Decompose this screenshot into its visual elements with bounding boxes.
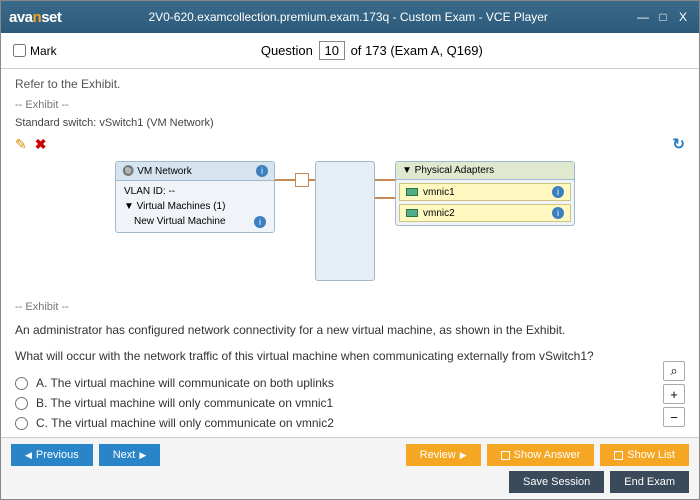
- question-number: Question 10 of 173 (Exam A, Q169): [57, 41, 687, 60]
- nic-row: vmnic2 i: [399, 204, 571, 222]
- zoom-in-button[interactable]: +: [663, 384, 685, 404]
- option-a-radio[interactable]: [15, 377, 28, 390]
- exhibit-toolbar: ✎ ✖ ↻: [15, 135, 685, 153]
- title-bar: avanset 2V0-620.examcollection.premium.e…: [1, 1, 699, 33]
- physical-adapters-title[interactable]: ▼ Physical Adapters: [402, 165, 494, 176]
- info-icon[interactable]: i: [254, 216, 266, 228]
- vm-item-row: New Virtual Machine i: [124, 214, 266, 229]
- question-text-2: What will occur with the network traffic…: [15, 347, 685, 365]
- previous-button[interactable]: ◀Previous: [11, 444, 93, 466]
- nic-label: vmnic2: [423, 208, 455, 219]
- nic-icon: [406, 188, 418, 196]
- end-exam-button[interactable]: End Exam: [610, 471, 689, 493]
- option-b-radio[interactable]: [15, 397, 28, 410]
- vm-item-label: New Virtual Machine: [134, 214, 226, 229]
- vm-network-title: VM Network: [137, 166, 191, 177]
- next-button[interactable]: Next▶: [99, 444, 161, 466]
- switch-title: Standard switch: vSwitch1 (VM Network): [15, 117, 685, 129]
- option-b[interactable]: B. The virtual machine will only communi…: [15, 393, 685, 413]
- physical-adapters-header: ▼ Physical Adapters: [396, 162, 574, 180]
- question-text-1: An administrator has configured network …: [15, 321, 685, 339]
- maximize-button[interactable]: □: [655, 10, 671, 24]
- vm-network-body: VLAN ID: -- ▼ Virtual Machines (1) New V…: [116, 181, 274, 232]
- close-button[interactable]: X: [675, 10, 691, 24]
- option-a[interactable]: A. The virtual machine will communicate …: [15, 373, 685, 393]
- refer-text: Refer to the Exhibit.: [15, 77, 685, 91]
- checkbox-icon: [501, 451, 510, 460]
- connector-line: [375, 197, 395, 199]
- window-title: 2V0-620.examcollection.premium.exam.173q…: [61, 10, 635, 24]
- info-icon[interactable]: i: [256, 165, 268, 177]
- option-c-radio[interactable]: [15, 417, 28, 430]
- question-header: Mark Question 10 of 173 (Exam A, Q169): [1, 33, 699, 69]
- zoom-reset-button[interactable]: ⌕: [663, 361, 685, 381]
- edit-icon[interactable]: ✎: [15, 136, 27, 153]
- delete-icon[interactable]: ✖: [35, 136, 47, 153]
- connector-node: [295, 173, 309, 187]
- nic-label: vmnic1: [423, 187, 455, 198]
- minimize-button[interactable]: —: [635, 10, 651, 24]
- show-answer-button[interactable]: Show Answer: [487, 444, 595, 466]
- checkbox-icon: [614, 451, 623, 460]
- review-button[interactable]: Review▶: [406, 444, 481, 466]
- vm-count[interactable]: ▼ Virtual Machines (1): [124, 199, 266, 214]
- app-logo: avanset: [9, 9, 61, 26]
- option-a-label: A. The virtual machine will communicate …: [36, 376, 334, 390]
- mark-checkbox[interactable]: [13, 44, 26, 57]
- option-d-label: D. The virtual machine will fail to comm…: [36, 436, 337, 437]
- vlan-id: VLAN ID: --: [124, 184, 266, 199]
- refresh-icon[interactable]: ↻: [672, 135, 685, 153]
- portgroup-icon: 🔘: [122, 166, 134, 177]
- connector-line: [375, 179, 395, 181]
- exhibit-open-label: -- Exhibit --: [15, 99, 685, 111]
- physical-adapters-box: ▼ Physical Adapters vmnic1 i vmnic2 i: [395, 161, 575, 226]
- question-content: Refer to the Exhibit. -- Exhibit -- Stan…: [1, 69, 699, 437]
- option-d[interactable]: D. The virtual machine will fail to comm…: [15, 433, 685, 437]
- vswitch-box: [315, 161, 375, 281]
- zoom-controls: ⌕ + −: [663, 361, 685, 427]
- network-diagram: 🔘 VM Network i VLAN ID: -- ▼ Virtual Mac…: [115, 161, 685, 291]
- option-c-label: C. The virtual machine will only communi…: [36, 416, 334, 430]
- nic-row: vmnic1 i: [399, 183, 571, 201]
- save-session-button[interactable]: Save Session: [509, 471, 604, 493]
- show-list-button[interactable]: Show List: [600, 444, 689, 466]
- mark-label: Mark: [30, 44, 57, 58]
- nic-icon: [406, 209, 418, 217]
- option-d-radio[interactable]: [15, 437, 28, 438]
- option-c[interactable]: C. The virtual machine will only communi…: [15, 413, 685, 433]
- info-icon[interactable]: i: [552, 186, 564, 198]
- vm-network-box: 🔘 VM Network i VLAN ID: -- ▼ Virtual Mac…: [115, 161, 275, 233]
- footer: ◀Previous Next▶ Review▶ Show Answer Show…: [1, 437, 699, 499]
- vm-network-header: 🔘 VM Network i: [116, 162, 274, 181]
- option-b-label: B. The virtual machine will only communi…: [36, 396, 333, 410]
- info-icon[interactable]: i: [552, 207, 564, 219]
- question-number-box: 10: [319, 41, 345, 60]
- zoom-out-button[interactable]: −: [663, 407, 685, 427]
- window-controls: — □ X: [635, 10, 691, 24]
- exhibit-close-label: -- Exhibit --: [15, 301, 685, 313]
